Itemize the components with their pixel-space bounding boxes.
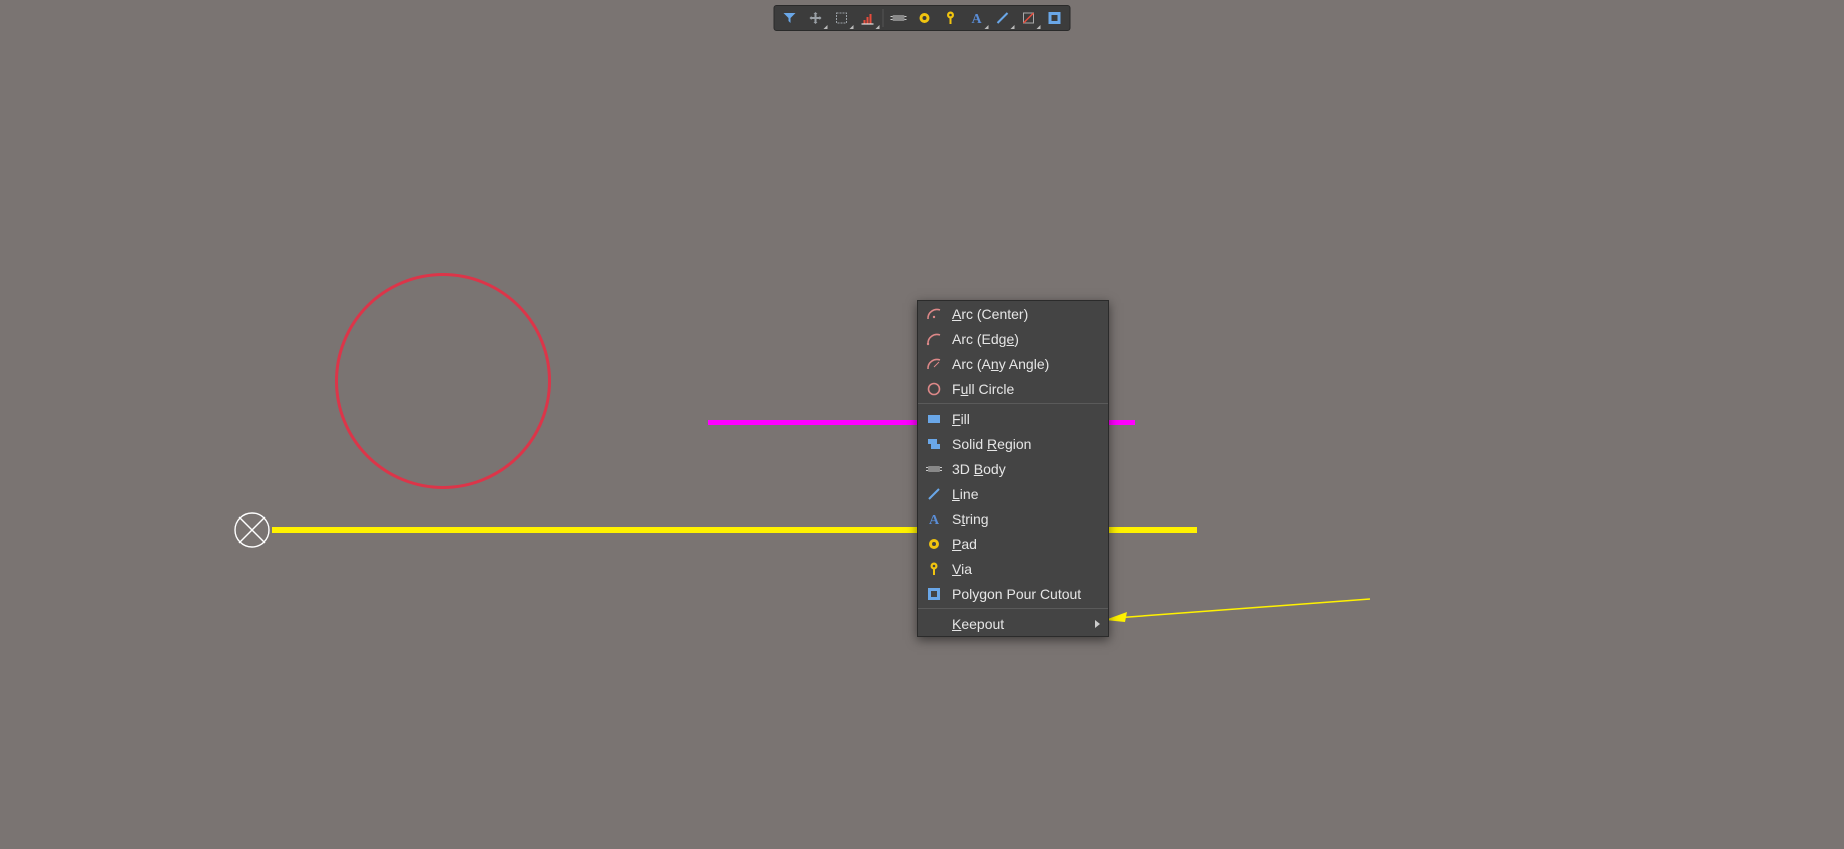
shape-button[interactable] [1016,7,1042,29]
menu-full-circle[interactable]: Full Circle [918,376,1108,401]
red-outline-circle [335,273,551,489]
menu-item-label: Pad [952,536,1100,552]
filter-button[interactable] [777,7,803,29]
dropdown-indicator [876,25,880,29]
menu-keepout[interactable]: Keepout [918,611,1108,636]
dropdown-indicator [850,25,854,29]
menu-solid-region[interactable]: Solid Region [918,431,1108,456]
menu-line[interactable]: Line [918,481,1108,506]
menu-item-label: Arc (Edge) [952,331,1100,347]
align-button[interactable] [855,7,881,29]
menu-item-label: Arc (Center) [952,306,1100,322]
menu-item-label: Via [952,561,1100,577]
origin-marker [233,511,271,549]
polygon-cutout-icon [924,584,944,604]
dropdown-indicator [1037,25,1041,29]
top-toolbar: A [774,5,1071,31]
menu-item-label: Arc (Any Angle) [952,356,1100,372]
polygon-pour-cutout-button[interactable] [1042,7,1068,29]
menu-separator [918,403,1108,404]
menu-arc-center[interactable]: Arc (Center) [918,301,1108,326]
menu-via[interactable]: Via [918,556,1108,581]
via-button[interactable] [938,7,964,29]
menu-item-label: Keepout [952,616,1095,632]
menu-item-label: 3D Body [952,461,1100,477]
menu-item-label: Line [952,486,1100,502]
dropdown-indicator [985,25,989,29]
selection-button[interactable] [829,7,855,29]
menu-separator [918,608,1108,609]
line-place-icon [924,484,944,504]
move-button[interactable] [803,7,829,29]
menu-string[interactable]: A String [918,506,1108,531]
dropdown-indicator [1011,25,1015,29]
context-menu: Arc (Center) Arc (Edge) Arc (Any Angle) … [917,300,1109,637]
fill-icon [924,409,944,429]
arc-center-icon [924,304,944,324]
menu-3d-body[interactable]: 3D Body [918,456,1108,481]
via-place-icon [924,559,944,579]
menu-item-label: Fill [952,411,1100,427]
line-button[interactable] [990,7,1016,29]
string-icon: A [924,509,944,529]
submenu-arrow-icon [1095,620,1100,628]
pad-button[interactable] [912,7,938,29]
toolbar-separator [883,9,884,27]
menu-pad[interactable]: Pad [918,531,1108,556]
menu-item-label: Solid Region [952,436,1100,452]
solid-region-icon [924,434,944,454]
arc-any-icon [924,354,944,374]
menu-arc-any-angle[interactable]: Arc (Any Angle) [918,351,1108,376]
pad-place-icon [924,534,944,554]
menu-item-label: Polygon Pour Cutout [952,586,1100,602]
component-button[interactable] [886,7,912,29]
empty-icon [924,614,944,634]
dropdown-indicator [824,25,828,29]
full-circle-icon [924,379,944,399]
annotation-arrow [1105,595,1375,625]
text-button[interactable]: A [964,7,990,29]
menu-fill[interactable]: Fill [918,406,1108,431]
menu-item-label: String [952,511,1100,527]
menu-polygon-pour-cutout[interactable]: Polygon Pour Cutout [918,581,1108,606]
arc-edge-icon [924,329,944,349]
menu-item-label: Full Circle [952,381,1100,397]
svg-text:A: A [929,513,940,527]
svg-text:A: A [971,12,982,25]
menu-arc-edge[interactable]: Arc (Edge) [918,326,1108,351]
3d-body-icon [924,459,944,479]
